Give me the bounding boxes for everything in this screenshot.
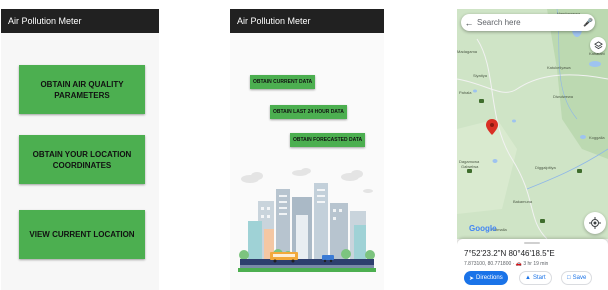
- search-input[interactable]: Search here: [477, 18, 581, 27]
- app-title: Air Pollution Meter: [8, 16, 82, 26]
- start-label: Start: [532, 275, 546, 281]
- save-label: Save: [572, 275, 587, 281]
- road-shield-icon: [577, 169, 582, 173]
- crosshair-icon: [589, 217, 601, 229]
- app-title: Air Pollution Meter: [237, 16, 311, 26]
- start-button[interactable]: ▲ Start: [519, 271, 552, 285]
- map-label: Siyatiya: [473, 73, 488, 78]
- map-screen: Hambawewa Madagama Kahatahi Katukeliyawa…: [457, 9, 608, 290]
- bookmark-icon: □: [567, 275, 571, 281]
- app-bar: Air Pollution Meter: [230, 9, 384, 33]
- map-label: Diwulwewa: [553, 94, 574, 99]
- directions-button[interactable]: ➤ Directions: [464, 271, 508, 285]
- obtain-24h-data-button[interactable]: OBTAIN LAST 24 HOUR DATA: [270, 105, 347, 119]
- place-sheet: 7°52'23.2"N 80°46'18.5"E 7.873100, 80.77…: [457, 239, 608, 290]
- air-quality-screen: Air Pollution Meter OBTAIN CURRENT DATA …: [230, 9, 384, 290]
- view-location-button[interactable]: VIEW CURRENT LOCATION: [19, 210, 145, 259]
- obtain-forecast-data-button[interactable]: OBTAIN FORECASTED DATA: [290, 133, 366, 147]
- map-label: Diggalpitiya: [535, 165, 556, 170]
- map-label: Madagama: [457, 49, 478, 54]
- map-label: Koggalla: [589, 135, 605, 140]
- map-label: Pahala: [459, 90, 472, 95]
- road-shield-icon: [479, 99, 484, 103]
- obtain-current-data-button[interactable]: OBTAIN CURRENT DATA: [250, 75, 316, 89]
- save-button[interactable]: □ Save: [561, 271, 593, 285]
- drag-handle[interactable]: [524, 242, 540, 244]
- city-illustration: [238, 168, 376, 272]
- map-label: Bakamuna: [513, 199, 533, 204]
- back-arrow-icon[interactable]: ←: [461, 18, 477, 28]
- obtain-location-button[interactable]: OBTAIN YOUR LOCATION COORDINATES: [19, 135, 145, 184]
- microphone-icon[interactable]: 🎤: [581, 18, 595, 27]
- my-location-button[interactable]: [584, 212, 606, 234]
- coordinates-title: 7°52'23.2"N 80°46'18.5"E: [464, 249, 555, 258]
- google-logo: Google: [469, 224, 497, 233]
- map-terrain: [457, 9, 608, 239]
- layers-button[interactable]: [590, 37, 606, 53]
- search-bar[interactable]: ← Search here 🎤: [461, 14, 595, 31]
- home-screen: Air Pollution Meter OBTAIN AIR QUALITY P…: [1, 9, 159, 290]
- map-label: Katukeliyawa: [547, 65, 571, 70]
- navigation-icon: ▲: [525, 275, 531, 281]
- road-shield-icon: [540, 219, 545, 223]
- directions-icon: ➤: [469, 275, 475, 282]
- layers-icon: [593, 40, 603, 49]
- map-view[interactable]: Hambawewa Madagama Kahatahi Katukeliyawa…: [457, 9, 608, 239]
- road-shield-icon: [467, 169, 472, 173]
- directions-label: Directions: [476, 275, 503, 281]
- obtain-air-quality-button[interactable]: OBTAIN AIR QUALITY PARAMETERS: [19, 65, 145, 114]
- coordinates-subtitle: 7.873100, 80.771800 · 🚗 3 hr 19 min: [464, 261, 549, 267]
- app-bar: Air Pollution Meter: [1, 9, 159, 33]
